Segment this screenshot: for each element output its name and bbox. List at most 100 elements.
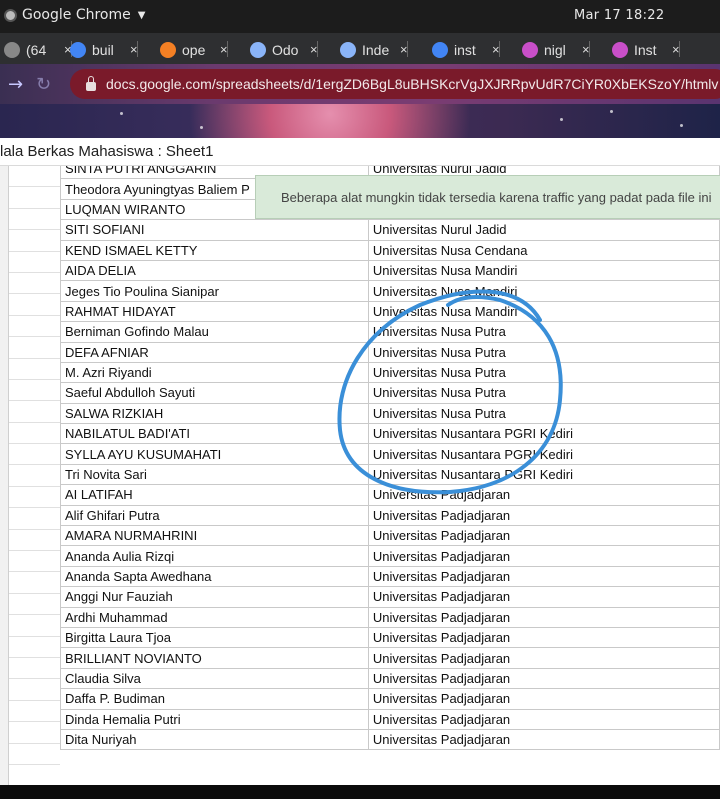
stackoverflow-icon (160, 41, 176, 58)
student-name-cell[interactable]: Saeful Abdulloh Sayuti (60, 382, 369, 404)
tab-separator (678, 41, 680, 57)
university-cell[interactable]: Universitas Nusa Mandiri (367, 300, 720, 323)
university-cell[interactable]: Universitas Padjadjaran (367, 708, 720, 730)
table-row: Jeges Tio Poulina Sianipar Universitas Nu… (60, 280, 720, 302)
student-name-cell[interactable]: Birgitta Laura Tjoa (60, 626, 369, 649)
tab-label: ope (182, 41, 206, 58)
university-cell[interactable]: Universitas Nusa Putra (367, 361, 720, 384)
university-cell[interactable]: Universitas Padjadjaran (367, 545, 720, 567)
table-row: Dinda Hemalia Putri Universitas Padjadjar… (60, 708, 720, 730)
system-clock[interactable]: Mar 17 18:22 (574, 8, 664, 23)
app-name: Google Chrome (22, 7, 131, 23)
empty-cell (9, 359, 60, 380)
student-name-cell[interactable]: DEFA AFNIAR (60, 341, 369, 363)
chrome-app-icon (4, 8, 17, 22)
student-name-cell[interactable]: M. Azri Riyandi (60, 361, 369, 384)
browser-tab[interactable]: nigl × (522, 37, 590, 62)
student-name-cell[interactable]: SITI SOFIANI (60, 219, 369, 241)
forward-arrow-icon[interactable]: → (8, 74, 23, 95)
university-cell[interactable]: Universitas Padjadjaran (367, 728, 720, 751)
university-cell[interactable]: Universitas Padjadjaran (367, 647, 720, 669)
spreadsheet-grid: SINTA PUTRI ANGGARIN Universitas Nurul Ja… (0, 166, 720, 785)
university-cell[interactable]: Universitas Padjadjaran (367, 626, 720, 649)
university-cell[interactable]: Universitas Padjadjaran (367, 565, 720, 588)
table-row: AMARA NURMAHRINI Universitas Padjadjaran (60, 525, 720, 547)
university-cell[interactable]: Universitas Padjadjaran (367, 525, 720, 547)
empty-cell (9, 337, 60, 359)
university-cell[interactable]: Universitas Nusa Cendana (367, 239, 720, 261)
student-name-cell[interactable]: Berniman Gofindo Malau (60, 321, 369, 343)
university-cell[interactable]: Universitas Padjadjaran (367, 586, 720, 608)
empty-cell (9, 166, 60, 188)
university-cell[interactable]: Universitas Nusa Putra (367, 382, 720, 404)
browser-tab[interactable]: Odo × (250, 37, 318, 62)
university-cell[interactable]: Universitas Nusantara PGRI Kediri (367, 463, 720, 486)
student-name-cell[interactable]: BRILLIANT NOVIANTO (60, 647, 369, 669)
student-name-cell[interactable]: Jeges Tio Poulina Sianipar (60, 280, 369, 302)
table-row: Ananda Sapta Awedhana Universitas Padjadj… (60, 565, 720, 588)
url-field[interactable]: docs.google.com/spreadsheets/d/1ergZD6Bg… (70, 69, 720, 99)
university-cell[interactable]: Universitas Nusa Putra (367, 402, 720, 425)
sparkle (120, 112, 123, 115)
university-cell[interactable]: Universitas Padjadjaran (367, 667, 720, 690)
university-cell[interactable]: Universitas Nusa Putra (367, 321, 720, 343)
table-row: Alif Ghifari Putra Universitas Padjadjara… (60, 504, 720, 527)
student-name-cell[interactable]: Ardhi Muhammad (60, 606, 369, 628)
sparkle (200, 126, 203, 129)
university-cell[interactable]: Universitas Padjadjaran (367, 606, 720, 628)
tab-separator (588, 41, 590, 57)
browser-tab[interactable]: Inst × (612, 37, 680, 62)
data-table: SINTA PUTRI ANGGARIN Universitas Nurul Ja… (60, 166, 720, 751)
table-row: KEND ISMAEL KETTY Universitas Nusa Cendan… (60, 239, 720, 261)
url-text: docs.google.com/spreadsheets/d/1ergZD6Bg… (106, 76, 719, 92)
university-cell[interactable]: Universitas Nurul Jadid (367, 219, 720, 241)
university-cell[interactable]: Universitas Padjadjaran (367, 484, 720, 506)
student-name-cell[interactable]: Ananda Aulia Rizqi (60, 545, 369, 567)
browser-tab[interactable]: inst × (432, 37, 500, 62)
student-name-cell[interactable]: Ananda Sapta Awedhana (60, 565, 369, 588)
university-cell[interactable]: Universitas Nusantara PGRI Kediri (367, 443, 720, 465)
empty-cell (9, 765, 60, 785)
globe-icon (340, 41, 356, 58)
student-name-cell[interactable]: Claudia Silva (60, 667, 369, 690)
student-name-cell[interactable]: Alif Ghifari Putra (60, 504, 369, 527)
empty-cell (9, 637, 60, 658)
reload-icon[interactable]: ↻ (36, 74, 51, 95)
empty-cell (9, 722, 60, 744)
university-cell[interactable]: Universitas Padjadjaran (367, 504, 720, 527)
empty-cell (9, 273, 60, 295)
university-cell[interactable]: Universitas Nusa Putra (367, 341, 720, 363)
student-name-cell[interactable]: Dita Nuriyah (60, 728, 369, 751)
student-name-cell[interactable]: Anggi Nur Fauziah (60, 586, 369, 608)
university-cell[interactable]: Universitas Nusantara PGRI Kediri (367, 423, 720, 445)
screen-bezel (0, 785, 720, 799)
student-name-cell[interactable]: AMARA NURMAHRINI (60, 525, 369, 547)
university-cell[interactable]: Universitas Nusa Mandiri (367, 280, 720, 302)
tab-label: inst (454, 41, 476, 58)
student-name-cell[interactable]: SYLLA AYU KUSUMAHATI (60, 443, 369, 465)
browser-tab[interactable]: (64 × (4, 37, 72, 62)
student-name-cell[interactable]: KEND ISMAEL KETTY (60, 239, 369, 261)
student-name-cell[interactable]: Dinda Hemalia Putri (60, 708, 369, 730)
empty-cell (9, 744, 60, 765)
student-name-cell[interactable]: Tri Novita Sari (60, 463, 369, 486)
empty-cell (9, 487, 60, 509)
traffic-notification[interactable]: Beberapa alat mungkin tidak tersedia kar… (255, 175, 720, 219)
student-name-cell[interactable]: AIDA DELIA (60, 259, 369, 282)
student-name-cell[interactable]: AI LATIFAH (60, 484, 369, 506)
google-icon (70, 41, 86, 58)
browser-tab[interactable]: buil × (70, 37, 138, 62)
university-cell[interactable]: Universitas Padjadjaran (367, 688, 720, 710)
student-name-cell[interactable]: Daffa P. Budiman (60, 688, 369, 710)
empty-cell (9, 701, 60, 723)
student-name-cell[interactable]: SALWA RIZKIAH (60, 402, 369, 425)
browser-tab[interactable]: Inde × (340, 37, 408, 62)
student-name-cell[interactable]: RAHMAT HIDAYAT (60, 300, 369, 323)
university-cell[interactable]: Universitas Nusa Mandiri (367, 259, 720, 282)
sheet-title: lala Berkas Mahasiswa : Sheet1 (0, 138, 720, 166)
student-name-cell[interactable]: NABILATUL BADI'ATI (60, 423, 369, 445)
row-header-gutter (0, 166, 9, 785)
browser-tab[interactable]: ope × (160, 37, 228, 62)
app-menu[interactable]: Google Chrome ▼ (4, 7, 145, 23)
sparkle (560, 118, 563, 121)
